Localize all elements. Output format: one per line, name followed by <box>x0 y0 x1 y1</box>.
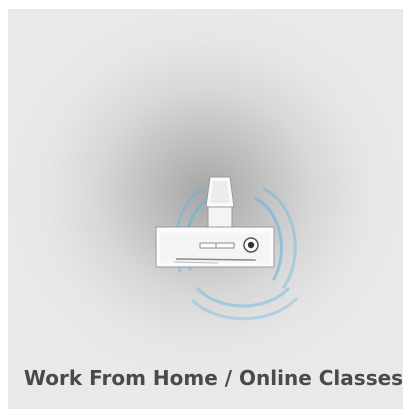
card-title: Work From Home / Online Classes <box>23 366 404 390</box>
camera-icon <box>205 176 235 228</box>
page: Work From Home / Online Classes <box>0 0 411 412</box>
conference-camera-speaker-icon <box>155 176 298 321</box>
category-card[interactable]: Work From Home / Online Classes <box>8 9 403 409</box>
speaker-base-icon <box>155 226 275 268</box>
